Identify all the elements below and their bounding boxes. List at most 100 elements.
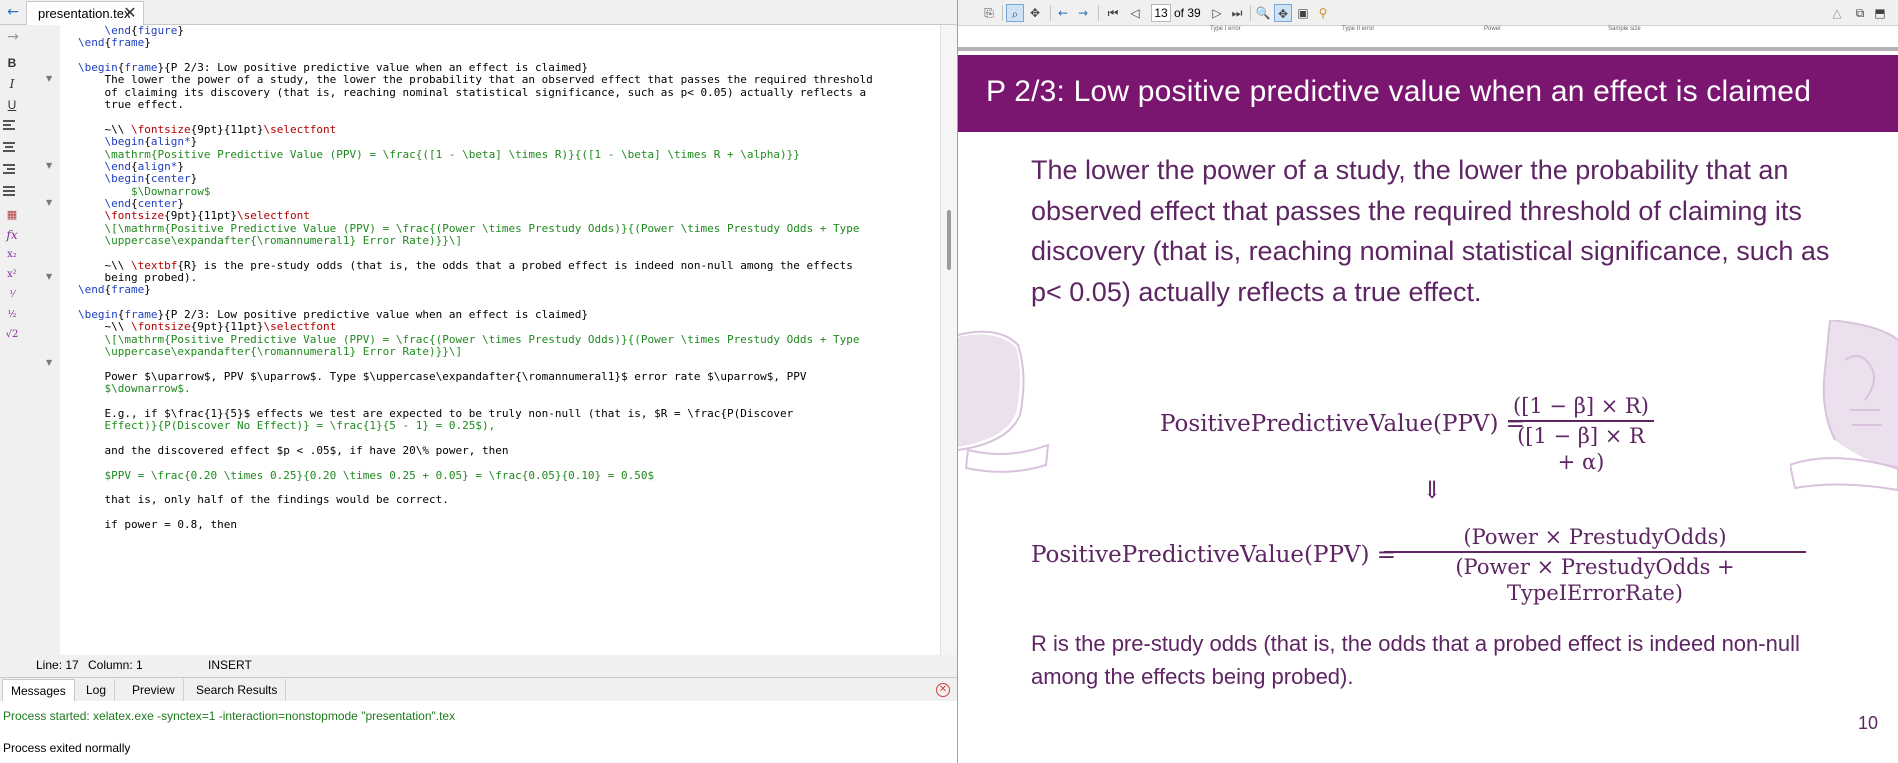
process-exited-message: Process exited normally [3,741,131,755]
back-arrow-icon[interactable]: ← [4,3,22,21]
note-text: is the pre-study odds (that is, the odds… [1031,631,1800,689]
forward-arrow-icon[interactable]: → [1074,4,1092,22]
strip-label: Power [1484,26,1502,32]
strip-label: Type II error [1342,26,1375,32]
code-line[interactable]: if power = 0.8, then [78,517,236,532]
fold-marker-icon[interactable]: ▼ [46,273,54,281]
code-line[interactable]: of claiming its discovery (that is, reac… [78,85,866,100]
down-double-arrow-icon: ⇓ [1422,476,1443,504]
code-line[interactable]: \uppercase\expandafter{\romannumeral1} E… [78,233,462,248]
tab-log[interactable]: Log [78,679,116,701]
code-editor[interactable]: \end{figure} \end{frame} \begin{frame}{P 2… [60,25,940,655]
equation-1-numerator: ([1 − β] × R) [1513,394,1649,418]
slide-body-text: The lower the power of a study, the lowe… [1031,155,1830,307]
align-right-icon[interactable] [3,164,15,176]
external-window-icon[interactable]: ⧉ [1851,4,1869,22]
scroll-tool-icon[interactable]: ✥ [1274,4,1292,22]
editor-pane: ← presentation.tex ✕ → B I U ▦ fx x₂ x² … [0,0,957,763]
tab-label: presentation.tex [38,6,131,21]
next-page-icon[interactable]: ▷ [1208,4,1226,22]
table-icon[interactable]: ▦ [3,206,21,224]
dock-icon[interactable]: ⬒ [1871,4,1889,22]
fold-marker-icon[interactable]: ▼ [46,75,54,83]
code-line[interactable]: true effect. [78,97,183,112]
fold-marker-icon[interactable]: ▼ [46,162,54,170]
sqrt-icon[interactable]: √2 [3,326,21,344]
page-count: of 39 [1174,6,1201,20]
subscript-icon[interactable]: x₂ [3,246,21,264]
tab-bar: ← presentation.tex ✕ [0,0,957,25]
slide-page-number: 10 [1858,713,1879,733]
tab-search-results[interactable]: Search Results [188,679,287,701]
previous-slide-strip: Type I error Type II error Power Sample … [958,26,1898,51]
code-line[interactable]: \end{frame} [78,282,151,297]
slide-title: P 2/3: Low positive predictive value whe… [986,75,1812,108]
sync-icon[interactable]: ⎘ [980,4,998,22]
fit-page-icon[interactable]: ▣ [1294,4,1312,22]
tab-messages[interactable]: Messages [2,679,75,701]
format-toolbar: B I U ▦ fx x₂ x² ⅟ ½ √2 [0,48,24,348]
messages-panel: Process started: xelatex.exe -synctex=1 … [0,701,957,763]
dfrac-icon[interactable]: ½ [3,306,21,324]
underline-icon[interactable]: U [3,96,21,114]
last-page-icon[interactable]: ⏭ [1228,4,1246,22]
equation-1-fraction: ([1 − β] × R) ([1 − β] × R + α) [1508,393,1654,475]
code-line[interactable]: $\downarrow$. [78,381,190,396]
code-line[interactable]: that is, only half of the findings would… [78,492,448,507]
process-started-message: Process started: xelatex.exe -synctex=1 … [3,709,456,723]
tab-preview[interactable]: Preview [124,679,184,701]
code-line[interactable]: and the discovered effect $p < .05$, if … [78,443,508,458]
code-line[interactable]: \uppercase\expandafter{\romannumeral1} E… [78,344,462,359]
equation-2-numerator: (Power × PrestudyOdds) [1463,525,1727,549]
bold-icon[interactable]: B [3,54,21,72]
seal-watermark-right [1790,320,1898,492]
close-messages-icon[interactable]: ✕ [936,683,950,697]
pan-tool-icon[interactable]: ✥ [1026,4,1044,22]
fold-marker-icon[interactable]: ▼ [46,359,54,367]
pdf-toolbar: ⎘ ⌕ ✥ ← → ⏮ ◁ 13 of 39 ▷ ⏭ 🔍 ✥ ▣ ⚲ △ ⧉ ⬒ [958,0,1898,26]
status-bar: Line: 17 Column: 1 INSERT [0,655,957,675]
vertical-scrollbar[interactable] [940,25,957,655]
code-line[interactable]: $PPV = \frac{0.20 \times 0.25}{0.20 \tim… [78,468,654,483]
strip-label: Sample size [1608,26,1641,32]
fold-gutter: ▼ ▼ ▼ ▼ ▼ [24,25,60,655]
strip-label: Type I error [1210,26,1241,32]
align-left-icon[interactable] [3,120,15,132]
fold-marker-icon[interactable]: ▼ [46,199,54,207]
pdf-slide[interactable]: P 2/3: Low positive predictive value whe… [958,55,1898,763]
zoom-settings-icon[interactable]: ⚲ [1314,4,1332,22]
justify-icon[interactable] [3,186,15,198]
equation-1-denominator: ([1 − β] × R + α) [1517,423,1645,474]
magnifier-icon[interactable]: 🔍 [1254,4,1272,22]
zoom-tool-icon[interactable]: ⌕ [1006,4,1024,22]
pdf-viewer-pane: ⎘ ⌕ ✥ ← → ⏮ ◁ 13 of 39 ▷ ⏭ 🔍 ✥ ▣ ⚲ △ ⧉ ⬒… [958,0,1898,763]
code-line[interactable]: Effect)}{P(Discover No Effect)} = \frac{… [78,418,495,433]
align-center-icon[interactable] [3,142,15,154]
math-function-icon[interactable]: fx [3,226,21,244]
superscript-icon[interactable]: x² [3,266,21,284]
forward-arrow-icon[interactable]: → [4,28,22,46]
pre-study-odds-note: R is the pre-study odds (that is, the od… [1031,627,1831,693]
close-icon[interactable]: ✕ [123,2,137,26]
status-line: Line: 17 [36,658,79,672]
code-line[interactable]: \end{frame} [78,35,151,50]
code-line[interactable]: \mathrm{Positive Predictive Value (PPV) … [78,147,799,162]
messages-tab-bar: Messages Log Preview Search Results ✕ [0,677,957,701]
status-column: Column: 1 [88,658,143,672]
seal-watermark-left [958,330,1050,473]
equation-2-lhs: PositivePredictiveValue(PPV) = [1031,542,1397,568]
italic-icon[interactable]: I [3,75,21,93]
equation-1-lhs: PositivePredictiveValue(PPV) = [1160,411,1526,437]
equation-2-denominator: (Power × PrestudyOdds + TypeIErrorRate) [1455,554,1735,605]
note-r-symbol: R [1031,631,1047,656]
previous-page-icon[interactable]: ◁ [1126,4,1144,22]
first-page-icon[interactable]: ⏮ [1104,4,1122,22]
fraction-icon[interactable]: ⅟ [3,286,21,304]
scrollbar-thumb[interactable] [947,210,951,270]
page-number-input[interactable]: 13 [1151,4,1171,22]
tab-presentation-tex[interactable]: presentation.tex ✕ [26,1,144,25]
back-arrow-icon[interactable]: ← [1054,4,1072,22]
fraction-bar [1384,551,1806,553]
app-window: ← presentation.tex ✕ → B I U ▦ fx x₂ x² … [0,0,1898,763]
collapse-up-icon[interactable]: △ [1828,4,1846,22]
